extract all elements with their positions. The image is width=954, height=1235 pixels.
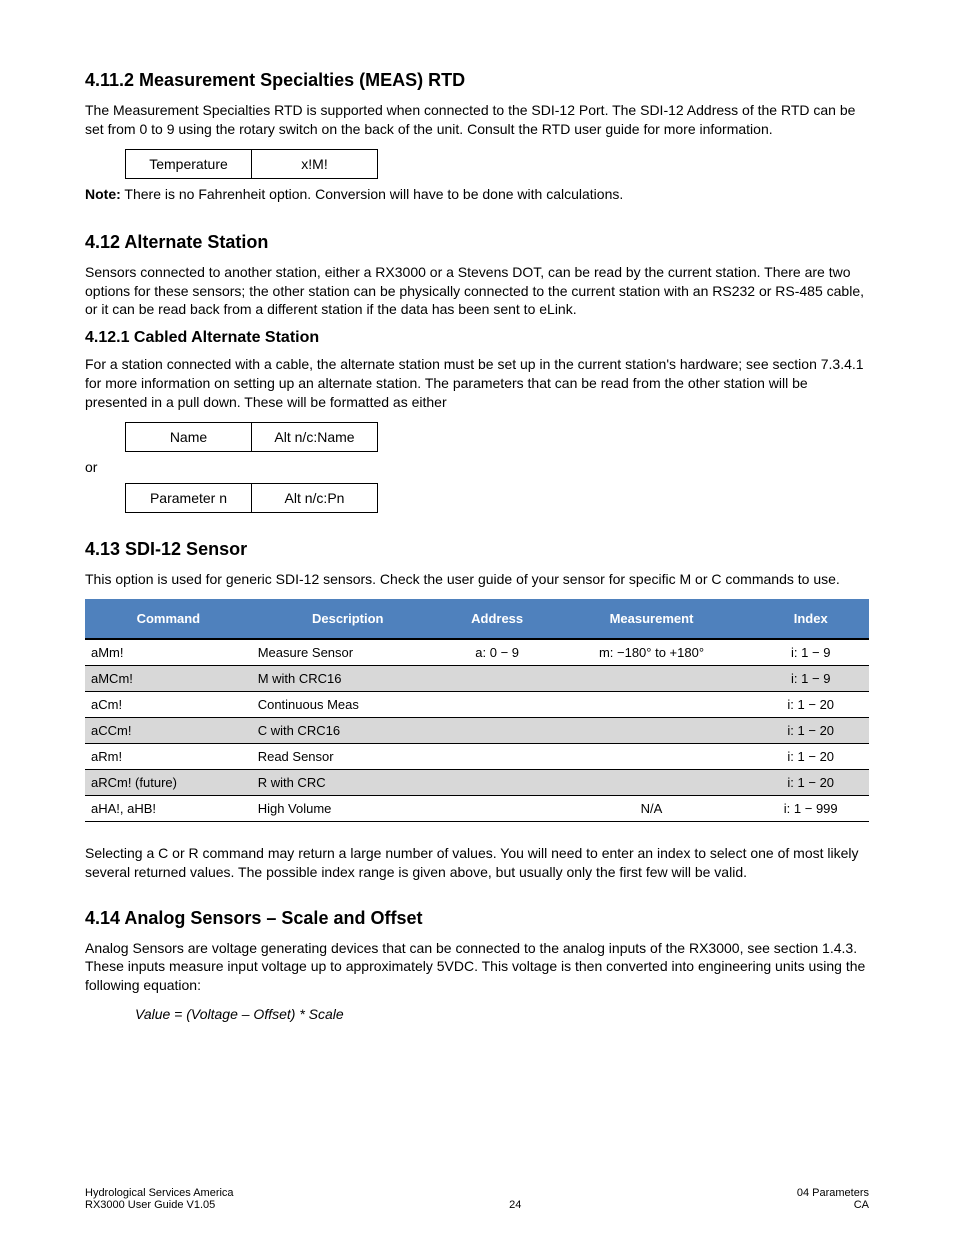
- table-row: aMCm!M with CRC16 i: 1 − 9: [85, 665, 869, 691]
- table-cell: [551, 665, 753, 691]
- table-cell: High Volume: [252, 795, 444, 821]
- table-cell: i: 1 − 999: [752, 795, 869, 821]
- para-sdi12: This option is used for generic SDI-12 s…: [85, 570, 869, 589]
- table-row: aMm!Measure Sensora: 0 − 9m: −180° to +1…: [85, 639, 869, 666]
- table-cell: aCCm!: [85, 717, 252, 743]
- para-meas-rtd: The Measurement Specialties RTD is suppo…: [85, 101, 869, 139]
- table-cell: i: 1 − 20: [752, 717, 869, 743]
- cell-rtd-cmd: x!M!: [252, 149, 378, 178]
- cell-alt-a1: Name: [126, 423, 252, 452]
- table-row: aRCm! (future)R with CRC i: 1 − 20: [85, 769, 869, 795]
- table-cell: m: −180° to +180°: [551, 639, 753, 666]
- th-measurement: Measurement: [551, 599, 753, 639]
- table-cell: aRCm! (future): [85, 769, 252, 795]
- table-cell: R with CRC: [252, 769, 444, 795]
- cell-alt-a2: Alt n/c:Name: [252, 423, 378, 452]
- table-cell: Measure Sensor: [252, 639, 444, 666]
- para-cabled-alt: For a station connected with a cable, th…: [85, 355, 869, 412]
- th-address: Address: [444, 599, 551, 639]
- table-cell: [551, 717, 753, 743]
- table-cell: i: 1 − 20: [752, 691, 869, 717]
- table-cell: [551, 769, 753, 795]
- table-cell: Read Sensor: [252, 743, 444, 769]
- table-row: aCCm!C with CRC16 i: 1 − 20: [85, 717, 869, 743]
- th-command: Command: [85, 599, 252, 639]
- table-cell: [444, 795, 551, 821]
- table-cell: aMm!: [85, 639, 252, 666]
- table-cell: [444, 665, 551, 691]
- table-rtd-command: Temperature x!M!: [125, 149, 378, 179]
- equation-analog: Value = (Voltage – Offset) * Scale: [135, 1005, 869, 1024]
- table-row: aHA!, aHB!High Volume N/Ai: 1 − 999: [85, 795, 869, 821]
- cell-alt-b2: Alt n/c:Pn: [252, 483, 378, 512]
- th-description: Description: [252, 599, 444, 639]
- th-index: Index: [752, 599, 869, 639]
- table-cell: aRm!: [85, 743, 252, 769]
- table-cell: i: 1 − 9: [752, 639, 869, 666]
- table-alt-format-b: Parameter n Alt n/c:Pn: [125, 483, 378, 513]
- table-cell: M with CRC16: [252, 665, 444, 691]
- footer-page-number: 24: [234, 1199, 797, 1211]
- table-row: aCm!Continuous Meas i: 1 − 20: [85, 691, 869, 717]
- heading-4-12: 4.12 Alternate Station: [85, 232, 869, 253]
- heading-4-13: 4.13 SDI-12 Sensor: [85, 539, 869, 560]
- table-cell: aHA!, aHB!: [85, 795, 252, 821]
- table-cell: [551, 691, 753, 717]
- table-cell: [444, 769, 551, 795]
- table-sdi12-commands: Command Description Address Measurement …: [85, 599, 869, 822]
- table-cell: C with CRC16: [252, 717, 444, 743]
- para-analog: Analog Sensors are voltage generating de…: [85, 939, 869, 996]
- note-text: There is no Fahrenheit option. Conversio…: [121, 186, 623, 202]
- footer-right-1: 04 Parameters: [797, 1187, 869, 1199]
- page-footer: Hydrological Services America RX3000 Use…: [85, 1187, 869, 1211]
- or-text: or: [85, 458, 869, 477]
- heading-4-14: 4.14 Analog Sensors – Scale and Offset: [85, 908, 869, 929]
- table-cell: a: 0 − 9: [444, 639, 551, 666]
- table-cell: i: 1 − 20: [752, 743, 869, 769]
- footer-left-2: RX3000 User Guide V1.05: [85, 1199, 234, 1211]
- para-sdi12-after: Selecting a C or R command may return a …: [85, 844, 869, 882]
- table-cell: i: 1 − 20: [752, 769, 869, 795]
- table-cell: [444, 717, 551, 743]
- footer-right-2: CA: [797, 1199, 869, 1211]
- note-rtd: Note: There is no Fahrenheit option. Con…: [85, 185, 869, 204]
- para-alt-station-intro: Sensors connected to another station, ei…: [85, 263, 869, 320]
- table-row: aRm!Read Sensor i: 1 − 20: [85, 743, 869, 769]
- table-cell: aCm!: [85, 691, 252, 717]
- table-cell: [551, 743, 753, 769]
- cell-alt-b1: Parameter n: [126, 483, 252, 512]
- footer-left-1: Hydrological Services America: [85, 1187, 234, 1199]
- heading-4-11-2: 4.11.2 Measurement Specialties (MEAS) RT…: [85, 70, 869, 91]
- table-alt-format-a: Name Alt n/c:Name: [125, 422, 378, 452]
- note-label: Note:: [85, 186, 121, 202]
- heading-4-12-1: 4.12.1 Cabled Alternate Station: [85, 329, 869, 347]
- table-cell: N/A: [551, 795, 753, 821]
- table-cell: Continuous Meas: [252, 691, 444, 717]
- table-cell: [444, 691, 551, 717]
- table-cell: aMCm!: [85, 665, 252, 691]
- table-cell: i: 1 − 9: [752, 665, 869, 691]
- table-cell: [444, 743, 551, 769]
- cell-rtd-param: Temperature: [126, 149, 252, 178]
